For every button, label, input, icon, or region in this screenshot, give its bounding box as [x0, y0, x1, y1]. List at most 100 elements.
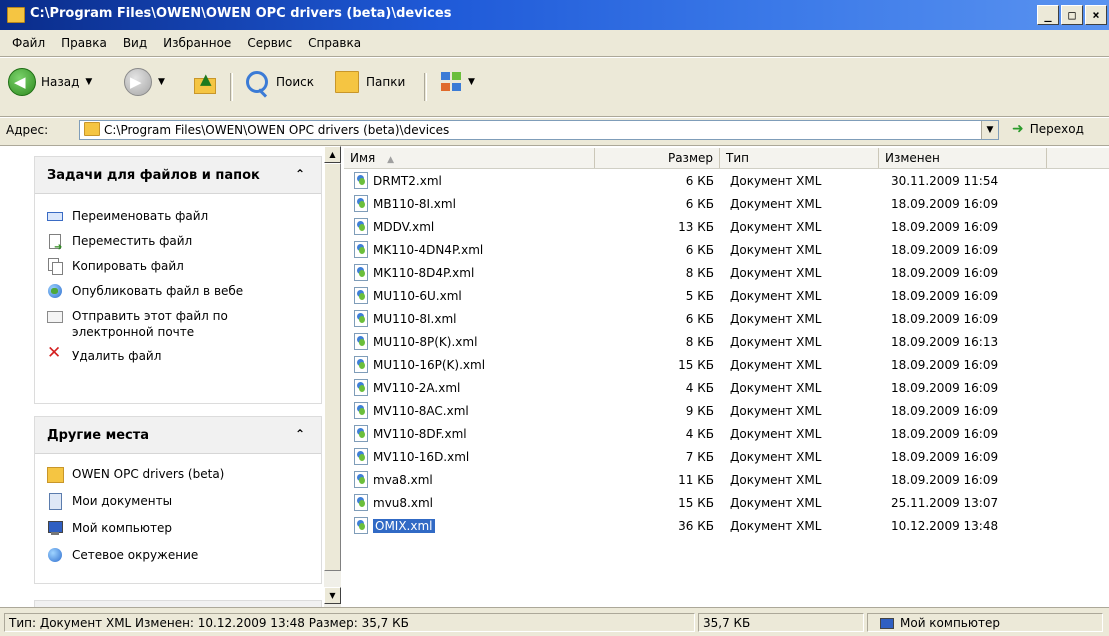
xml-file-icon	[354, 356, 368, 373]
scroll-up-icon[interactable]: ▲	[324, 146, 341, 163]
table-row[interactable]: OMIX.xml 36 КБ Документ XML 10.12.2009 13:4…	[344, 515, 1104, 538]
file-name: mva8.xml	[373, 473, 433, 487]
table-row[interactable]: MV110-16D.xml 7 КБ Документ XML 18.09.2009 …	[344, 446, 1104, 469]
places-panel-header[interactable]: Другие места ⌃	[35, 417, 321, 454]
table-row[interactable]: MDDV.xml 13 КБ Документ XML 18.09.2009 16:0…	[344, 216, 1104, 239]
table-row[interactable]: MV110-8AC.xml 9 КБ Документ XML 18.09.2009 …	[344, 400, 1104, 423]
my-computer-icon	[47, 520, 63, 536]
xml-file-icon	[354, 310, 368, 327]
file-name: MV110-16D.xml	[373, 450, 470, 464]
close-button[interactable]: ×	[1085, 5, 1107, 25]
file-size: 15 КБ	[678, 358, 714, 372]
column-header-modified[interactable]: Изменен	[879, 148, 1047, 168]
column-header-name[interactable]: Имя ▲	[344, 148, 595, 168]
task-rename[interactable]: Переименовать файл	[35, 208, 321, 233]
task-copy[interactable]: Копировать файл	[35, 258, 321, 283]
back-button[interactable]: ◀ Назад ▼	[8, 65, 92, 99]
xml-file-icon	[354, 172, 368, 189]
file-size: 4 КБ	[685, 381, 714, 395]
file-modified: 18.09.2009 16:09	[891, 312, 999, 326]
chevron-down-icon[interactable]: ▼	[158, 77, 165, 87]
table-row[interactable]: MU110-16P(K).xml 15 КБ Документ XML 18.09.2…	[344, 354, 1104, 377]
task-label: Переместить файл	[72, 234, 193, 248]
search-button[interactable]: Поиск	[246, 65, 314, 99]
address-dropdown-button[interactable]: ▼	[981, 121, 998, 139]
folders-button[interactable]: Папки	[335, 65, 405, 99]
task-pane: Задачи для файлов и папок ⌃ Переименоват…	[0, 146, 324, 621]
file-modified: 18.09.2009 16:09	[891, 381, 999, 395]
up-folder-button[interactable]: ▲	[192, 65, 216, 99]
place-parent-folder[interactable]: OWEN OPC drivers (beta)	[35, 466, 321, 493]
go-button[interactable]: ➜ Переход	[1012, 121, 1084, 137]
menu-tools[interactable]: Сервис	[239, 36, 300, 50]
scrollbar-thumb[interactable]	[324, 163, 341, 571]
file-type: Документ XML	[730, 358, 822, 372]
table-row[interactable]: MV110-2A.xml 4 КБ Документ XML 18.09.2009 1…	[344, 377, 1104, 400]
file-name: mvu8.xml	[373, 496, 433, 510]
menu-help[interactable]: Справка	[300, 36, 369, 50]
table-row[interactable]: MK110-4DN4P.xml 6 КБ Документ XML 18.09.200…	[344, 239, 1104, 262]
views-button[interactable]: ▼	[440, 65, 475, 99]
table-row[interactable]: DRMT2.xml 6 КБ Документ XML 30.11.2009 11:5…	[344, 170, 1104, 193]
place-my-documents[interactable]: Мои документы	[35, 493, 321, 520]
file-modified: 18.09.2009 16:09	[891, 450, 999, 464]
menu-favorites[interactable]: Избранное	[155, 36, 239, 50]
menu-view[interactable]: Вид	[115, 36, 155, 50]
minimize-button[interactable]: _	[1037, 5, 1059, 25]
task-delete[interactable]: ✕ Удалить файл	[35, 345, 321, 373]
address-label: Адрес:	[6, 123, 49, 137]
maximize-button[interactable]: □	[1061, 5, 1083, 25]
file-type: Документ XML	[730, 381, 822, 395]
chevron-down-icon[interactable]: ▼	[85, 77, 92, 87]
search-label: Поиск	[276, 75, 315, 89]
table-row[interactable]: MV110-8DF.xml 4 КБ Документ XML 18.09.2009 …	[344, 423, 1104, 446]
column-header-type[interactable]: Тип	[720, 148, 879, 168]
place-my-computer[interactable]: Мой компьютер	[35, 520, 321, 547]
chevron-down-icon[interactable]: ▼	[468, 77, 475, 87]
file-name: MU110-16P(K).xml	[373, 358, 486, 372]
file-size: 7 КБ	[685, 450, 714, 464]
table-row[interactable]: MB110-8I.xml 6 КБ Документ XML 18.09.2009 1…	[344, 193, 1104, 216]
publish-web-icon	[47, 283, 63, 299]
collapse-icon[interactable]: ⌃	[295, 167, 305, 181]
task-pane-scrollbar[interactable]: ▲ ▼	[324, 146, 341, 607]
place-network[interactable]: Сетевое окружение	[35, 547, 321, 574]
file-modified: 18.09.2009 16:09	[891, 427, 999, 441]
tasks-panel-header[interactable]: Задачи для файлов и папок ⌃	[35, 157, 321, 194]
table-row[interactable]: MU110-6U.xml 5 КБ Документ XML 18.09.2009 1…	[344, 285, 1104, 308]
address-value: C:\Program Files\OWEN\OWEN OPC drivers (…	[104, 123, 450, 137]
column-header-size[interactable]: Размер	[595, 148, 720, 168]
file-type: Документ XML	[730, 450, 822, 464]
xml-file-icon	[354, 448, 368, 465]
back-label: Назад	[41, 75, 80, 89]
forward-button[interactable]: ▶ ▼	[124, 65, 165, 99]
forward-arrow-icon: ▶	[124, 68, 152, 96]
file-type: Документ XML	[730, 404, 822, 418]
explorer-window: C:\Program Files\OWEN\OWEN OPC drivers (…	[0, 0, 1109, 636]
xml-file-icon	[354, 195, 368, 212]
file-type: Документ XML	[730, 174, 822, 188]
task-move[interactable]: ➜ Переместить файл	[35, 233, 321, 258]
file-name: MV110-8DF.xml	[373, 427, 467, 441]
collapse-icon[interactable]: ⌃	[295, 427, 305, 441]
file-modified: 18.09.2009 16:13	[891, 335, 999, 349]
scroll-down-icon[interactable]: ▼	[324, 587, 341, 604]
title-bar[interactable]: C:\Program Files\OWEN\OWEN OPC drivers (…	[0, 0, 1109, 30]
table-row[interactable]: MK110-8D4P.xml 8 КБ Документ XML 18.09.2009…	[344, 262, 1104, 285]
table-row[interactable]: MU110-8I.xml 6 КБ Документ XML 18.09.2009 1…	[344, 308, 1104, 331]
address-input[interactable]: C:\Program Files\OWEN\OWEN OPC drivers (…	[79, 120, 999, 140]
menu-file[interactable]: Файл	[4, 36, 53, 50]
table-row[interactable]: MU110-8P(K).xml 8 КБ Документ XML 18.09.200…	[344, 331, 1104, 354]
copy-icon	[47, 258, 63, 275]
table-row[interactable]: mva8.xml 11 КБ Документ XML 18.09.2009 16:0…	[344, 469, 1104, 492]
file-type: Документ XML	[730, 243, 822, 257]
xml-file-icon	[354, 287, 368, 304]
task-publish[interactable]: Опубликовать файл в вебе	[35, 283, 321, 308]
menu-edit[interactable]: Правка	[53, 36, 115, 50]
table-row[interactable]: mvu8.xml 15 КБ Документ XML 25.11.2009 13:0…	[344, 492, 1104, 515]
window-title: C:\Program Files\OWEN\OWEN OPC drivers (…	[30, 6, 452, 21]
my-computer-icon	[880, 618, 894, 629]
file-modified: 18.09.2009 16:09	[891, 473, 999, 487]
folder-icon	[47, 466, 64, 483]
task-email[interactable]: Отправить этот файл по электронной почте	[35, 308, 321, 348]
